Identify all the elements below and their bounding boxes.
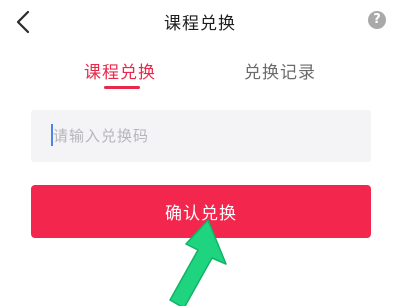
text-cursor bbox=[51, 124, 53, 146]
question-circle-icon: ? bbox=[373, 12, 381, 27]
active-tab-indicator bbox=[104, 86, 140, 89]
redeem-code-input[interactable] bbox=[31, 110, 371, 162]
annotation-arrow-icon bbox=[169, 219, 227, 306]
header-bar: 课程兑换 ? bbox=[0, 0, 400, 44]
help-button[interactable]: ? bbox=[368, 11, 386, 29]
page-title: 课程兑换 bbox=[164, 14, 236, 34]
tab-bar: 课程兑换 兑换记录 bbox=[0, 50, 400, 94]
tab-course-redeem[interactable]: 课程兑换 bbox=[84, 58, 156, 83]
tab-redeem-history[interactable]: 兑换记录 bbox=[244, 58, 316, 83]
